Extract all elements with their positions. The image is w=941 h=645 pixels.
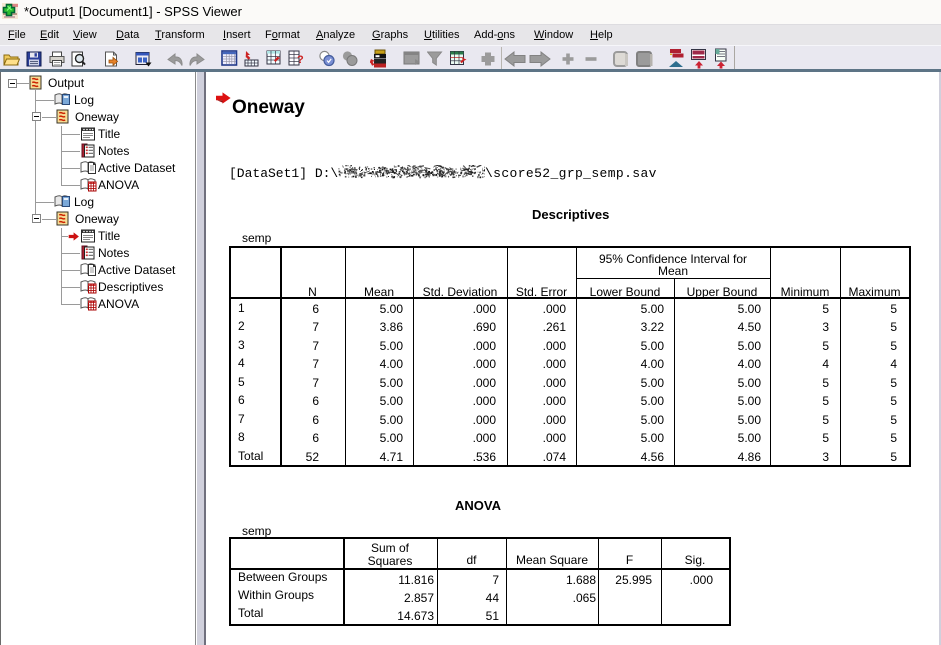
svg-text:?: ? — [297, 54, 304, 66]
